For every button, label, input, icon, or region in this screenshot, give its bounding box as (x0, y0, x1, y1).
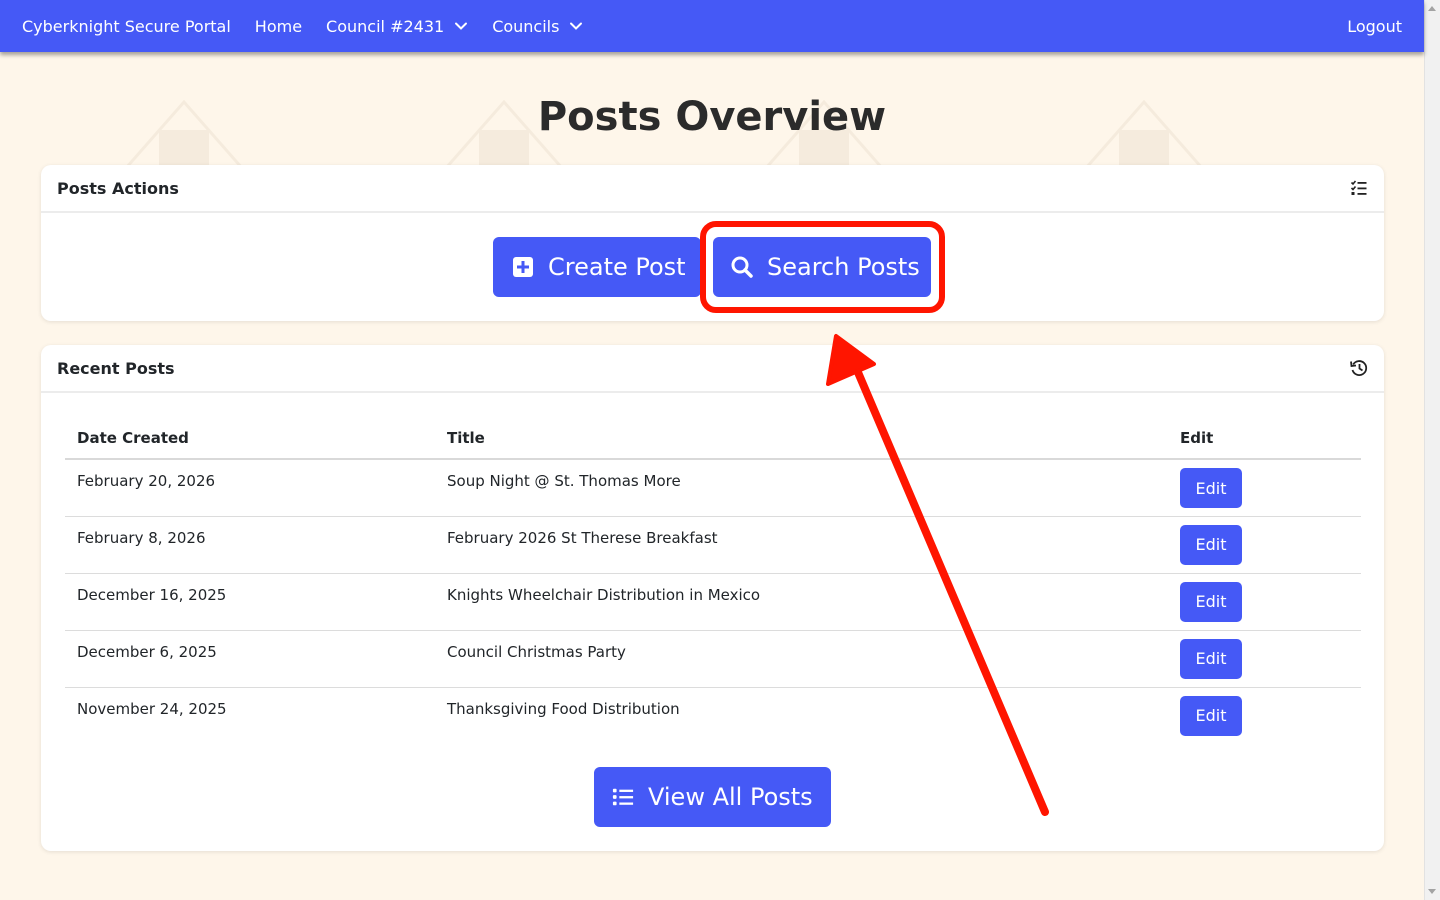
table-row: February 8, 2026 February 2026 St Theres… (65, 516, 1361, 574)
brand-link[interactable]: Cyberknight Secure Portal (22, 17, 231, 36)
post-title: Council Christmas Party (435, 630, 1168, 688)
view-all-posts-button[interactable]: View All Posts (594, 767, 831, 827)
edit-cell: Edit (1168, 630, 1361, 688)
post-date: December 6, 2025 (65, 630, 435, 688)
edit-cell: Edit (1168, 459, 1361, 517)
post-title: Thanksgiving Food Distribution (447, 699, 680, 718)
table-row: December 16, 2025 Knights Wheelchair Dis… (65, 573, 1361, 631)
post-date: December 16, 2025 (65, 573, 435, 631)
post-date: February 20, 2026 (65, 459, 435, 517)
recent-posts-table: Date Created Title Edit February 20, 202… (65, 417, 1361, 744)
chevron-down-icon (455, 22, 468, 30)
view-all-posts-label: View All Posts (648, 783, 813, 811)
nav-council-dropdown[interactable]: Council #2431 (326, 17, 468, 36)
search-button-highlight-annotation (700, 221, 945, 313)
posts-actions-header: Posts Actions (41, 165, 1384, 213)
post-title: February 2026 St Therese Breakfast (435, 516, 1168, 574)
vertical-scrollbar[interactable] (1424, 0, 1440, 900)
nav-councils-dropdown[interactable]: Councils (492, 17, 583, 36)
post-date: February 8, 2026 (65, 516, 435, 574)
recent-posts-header: Recent Posts (41, 345, 1384, 393)
edit-cell: Edit (1168, 573, 1361, 631)
nav-home-link[interactable]: Home (255, 17, 302, 36)
list-check-icon (1350, 180, 1367, 195)
nav-council-label: Council #2431 (326, 16, 445, 36)
recent-posts-title: Recent Posts (57, 358, 175, 378)
edit-post-button[interactable]: Edit (1180, 581, 1242, 622)
edit-cell: Edit (1168, 516, 1361, 574)
edit-post-button[interactable]: Edit (1180, 524, 1242, 565)
create-post-label: Create Post (548, 253, 686, 281)
page-title: Posts Overview (537, 94, 887, 140)
edit-post-button[interactable]: Edit (1180, 468, 1242, 508)
logout-link[interactable]: Logout (1347, 17, 1402, 36)
column-header-title: Title (435, 417, 1168, 460)
nav-home-label: Home (254, 16, 303, 36)
history-icon (1350, 360, 1368, 376)
plus-square-icon (513, 257, 533, 277)
chevron-down-icon (570, 22, 583, 30)
post-title: Soup Night @ St. Thomas More (435, 459, 1168, 517)
scroll-down-arrow-icon[interactable] (1428, 889, 1436, 894)
scroll-up-arrow-icon[interactable] (1428, 6, 1436, 11)
table-row: December 6, 2025 Council Christmas Party… (65, 630, 1361, 688)
edit-cell: Edit (1168, 687, 1361, 744)
post-title: Knights Wheelchair Distribution in Mexic… (435, 573, 1168, 631)
list-icon (612, 788, 634, 806)
edit-post-button[interactable]: Edit (1180, 695, 1242, 736)
table-row: November 24, 2025 Thanksgiving Food Dist… (65, 687, 1361, 744)
posts-actions-title: Posts Actions (57, 178, 179, 198)
nav-councils-label: Councils (492, 16, 560, 36)
post-date: November 24, 2025 (77, 699, 227, 718)
recent-posts-card: Recent Posts Date Created Title Edit Feb… (41, 345, 1384, 851)
edit-post-button[interactable]: Edit (1180, 638, 1242, 679)
top-navbar: Cyberknight Secure Portal Home Council #… (0, 0, 1424, 52)
table-row: February 20, 2026 Soup Night @ St. Thoma… (65, 459, 1361, 517)
create-post-button[interactable]: Create Post (493, 237, 701, 297)
table-header-row: Date Created Title Edit (65, 417, 1361, 460)
column-header-date: Date Created (65, 417, 435, 460)
column-header-edit: Edit (1168, 417, 1361, 460)
